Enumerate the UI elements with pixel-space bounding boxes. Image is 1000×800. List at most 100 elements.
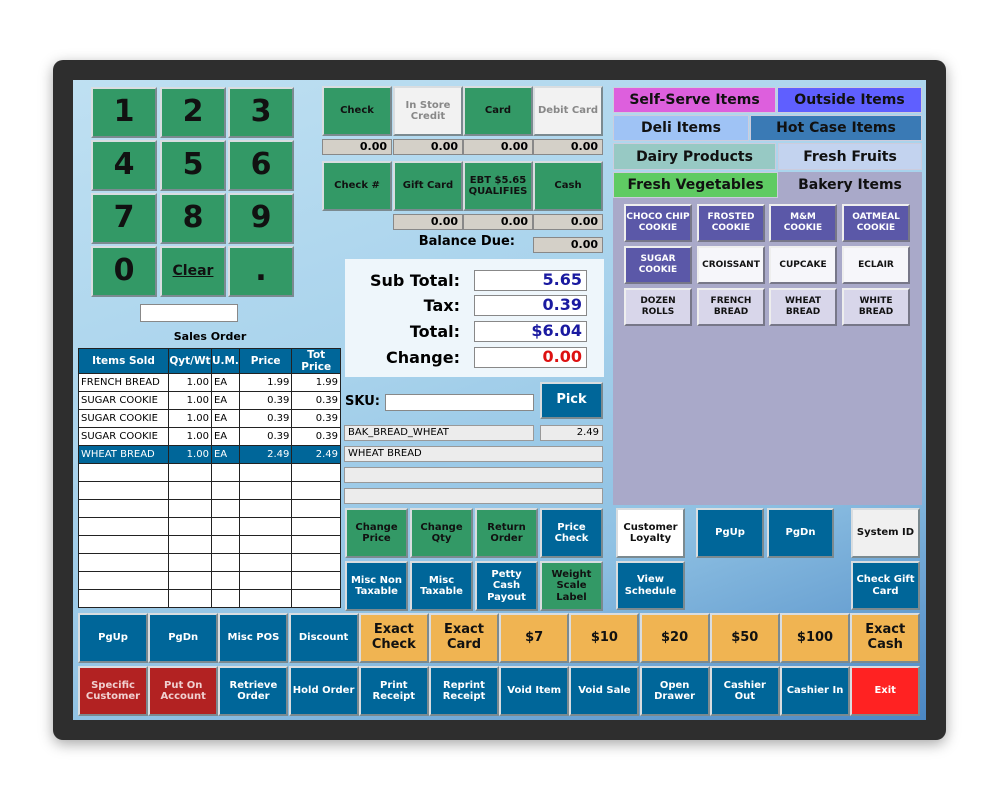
table-row[interactable]: WHEAT BREAD 1.00 EA 2.49 2.49 — [78, 445, 341, 464]
bottom-pgup-button[interactable]: PgUp — [78, 613, 148, 663]
tab-fresh-fruits[interactable]: Fresh Fruits — [778, 143, 922, 170]
bottom--100-button[interactable]: $100 — [780, 613, 850, 663]
keypad-6-button[interactable]: 6 — [228, 140, 294, 191]
item-choco-chip-cookie-button[interactable]: CHOCO CHIP COOKIE — [624, 204, 692, 242]
return-order-button[interactable]: Return Order — [475, 508, 538, 558]
table-row[interactable] — [78, 589, 341, 608]
pay-in-store-credit-button[interactable]: In Store Credit — [393, 86, 463, 136]
tab-dairy-products[interactable]: Dairy Products — [613, 143, 776, 170]
pay-card-button[interactable]: Card — [463, 86, 533, 136]
pick-button[interactable]: Pick — [540, 382, 603, 419]
sku-input[interactable] — [385, 394, 534, 411]
table-row[interactable]: SUGAR COOKIE 1.00 EA 0.39 0.39 — [78, 391, 341, 410]
customer-loyalty-button[interactable]: Customer Loyalty — [616, 508, 685, 558]
pay-debit-card-button[interactable]: Debit Card — [533, 86, 603, 136]
table-row[interactable]: SUGAR COOKIE 1.00 EA 0.39 0.39 — [78, 427, 341, 446]
side-pgdn-button[interactable]: PgDn — [767, 508, 834, 558]
table-row[interactable] — [78, 553, 341, 572]
change-label: Change: — [385, 348, 460, 367]
table-row[interactable] — [78, 463, 341, 482]
bottom-exact-cash-button[interactable]: Exact Cash — [850, 613, 921, 663]
table-row[interactable] — [78, 535, 341, 554]
tab-outside-items[interactable]: Outside Items — [777, 87, 922, 113]
side-pgup-button[interactable]: PgUp — [696, 508, 764, 558]
bottom-open-drawer-button[interactable]: Open Drawer — [639, 666, 710, 716]
cell-item — [78, 499, 169, 518]
keypad-2-button[interactable]: 2 — [160, 87, 226, 138]
bottom--20-button[interactable]: $20 — [639, 613, 710, 663]
tab-hot-case-items[interactable]: Hot Case Items — [750, 115, 922, 141]
pay-check-button[interactable]: Check — [322, 86, 392, 136]
change-qty-button[interactable]: Change Qty — [410, 508, 473, 558]
item-french-bread-button[interactable]: FRENCH BREAD — [697, 288, 765, 326]
bottom-exact-card-button[interactable]: Exact Card — [429, 613, 499, 663]
keypad-8-button[interactable]: 8 — [160, 193, 226, 244]
bottom-print-receipt-button[interactable]: Print Receipt — [358, 666, 429, 716]
keypad-4-button[interactable]: 4 — [91, 140, 157, 191]
bottom-reprint-receipt-button[interactable]: Reprint Receipt — [429, 666, 499, 716]
misc-non-taxable-button[interactable]: Misc Non Taxable — [345, 561, 408, 611]
item-white-bread-button[interactable]: WHITE BREAD — [842, 288, 910, 326]
bottom-discount-button[interactable]: Discount — [288, 613, 359, 663]
bottom-put-on-account-button[interactable]: Put On Account — [148, 666, 219, 716]
table-row[interactable]: SUGAR COOKIE 1.00 EA 0.39 0.39 — [78, 409, 341, 428]
sales-order-table[interactable]: Items Sold Qyt/Wt U.M. Price Tot Price F… — [78, 348, 341, 608]
item-frosted-cookie-button[interactable]: FROSTED COOKIE — [697, 204, 765, 242]
item-eclair-button[interactable]: ECLAIR — [842, 246, 910, 284]
bottom--50-button[interactable]: $50 — [709, 613, 780, 663]
misc-taxable-button[interactable]: Misc Taxable — [410, 561, 473, 611]
price-check-button[interactable]: Price Check — [540, 508, 603, 558]
check-gift-card-button[interactable]: Check Gift Card — [851, 561, 920, 610]
bottom-exact-check-button[interactable]: Exact Check — [358, 613, 429, 663]
view-schedule-button[interactable]: View Schedule — [616, 561, 685, 610]
bottom-exit-button[interactable]: Exit — [850, 666, 921, 716]
table-row[interactable] — [78, 481, 341, 500]
keypad-entry-field[interactable] — [140, 304, 238, 322]
bottom-misc-pos-button[interactable]: Misc POS — [218, 613, 289, 663]
table-row[interactable] — [78, 499, 341, 518]
keypad-3-button[interactable]: 3 — [228, 87, 294, 138]
item-cupcake-button[interactable]: CUPCAKE — [769, 246, 837, 284]
table-row[interactable] — [78, 571, 341, 590]
bottom-cashier-in-button[interactable]: Cashier In — [780, 666, 850, 716]
item-sugar-cookie-button[interactable]: SUGAR COOKIE — [624, 246, 692, 284]
cell-price — [238, 481, 293, 500]
tab-bakery-items[interactable]: Bakery Items — [778, 172, 922, 198]
bottom-hold-order-button[interactable]: Hold Order — [288, 666, 359, 716]
pay-gift-card-button[interactable]: Gift Card — [393, 161, 463, 211]
cell-item: FRENCH BREAD — [78, 373, 169, 392]
table-row[interactable] — [78, 517, 341, 536]
tab-fresh-vegetables[interactable]: Fresh Vegetables — [613, 172, 778, 198]
table-row[interactable]: FRENCH BREAD 1.00 EA 1.99 1.99 — [78, 373, 341, 392]
system-id-button[interactable]: System ID — [851, 508, 920, 558]
keypad-5-button[interactable]: 5 — [160, 140, 226, 191]
bottom--7-button[interactable]: $7 — [499, 613, 570, 663]
bottom-retrieve-order-button[interactable]: Retrieve Order — [218, 666, 289, 716]
pay-cash-button[interactable]: Cash — [533, 161, 603, 211]
petty-cash-payout-button[interactable]: Petty Cash Payout — [475, 561, 538, 611]
pay-ebt-5-65-qualifies-button[interactable]: EBT $5.65 QUALIFIES — [463, 161, 533, 211]
item-oatmeal-cookie-button[interactable]: OATMEAL COOKIE — [842, 204, 910, 242]
tab-self-serve-items[interactable]: Self-Serve Items — [613, 87, 776, 113]
bottom--10-button[interactable]: $10 — [569, 613, 640, 663]
item-m-m-cookie-button[interactable]: M&M COOKIE — [769, 204, 837, 242]
cell-price: 0.39 — [238, 427, 293, 446]
keypad-7-button[interactable]: 7 — [91, 193, 157, 244]
pay-check--button[interactable]: Check # — [322, 161, 392, 211]
keypad-1-button[interactable]: 1 — [91, 87, 157, 138]
item-wheat-bread-button[interactable]: WHEAT BREAD — [769, 288, 837, 326]
change-price-button[interactable]: Change Price — [345, 508, 408, 558]
keypad-9-button[interactable]: 9 — [228, 193, 294, 244]
bottom-pgdn-button[interactable]: PgDn — [148, 613, 219, 663]
keypad-decimal-button[interactable]: . — [228, 246, 294, 297]
keypad-0-button[interactable]: 0 — [91, 246, 157, 297]
bottom-void-sale-button[interactable]: Void Sale — [569, 666, 640, 716]
weight-scale-label-button[interactable]: Weight Scale Label — [540, 561, 603, 611]
item-dozen-rolls-button[interactable]: DOZEN ROLLS — [624, 288, 692, 326]
item-croissant-button[interactable]: CROISSANT — [697, 246, 765, 284]
bottom-void-item-button[interactable]: Void Item — [499, 666, 570, 716]
bottom-specific-customer-button[interactable]: Specific Customer — [78, 666, 148, 716]
tab-deli-items[interactable]: Deli Items — [613, 115, 749, 141]
bottom-cashier-out-button[interactable]: Cashier Out — [709, 666, 780, 716]
keypad-clear-button[interactable]: Clear — [160, 246, 226, 297]
